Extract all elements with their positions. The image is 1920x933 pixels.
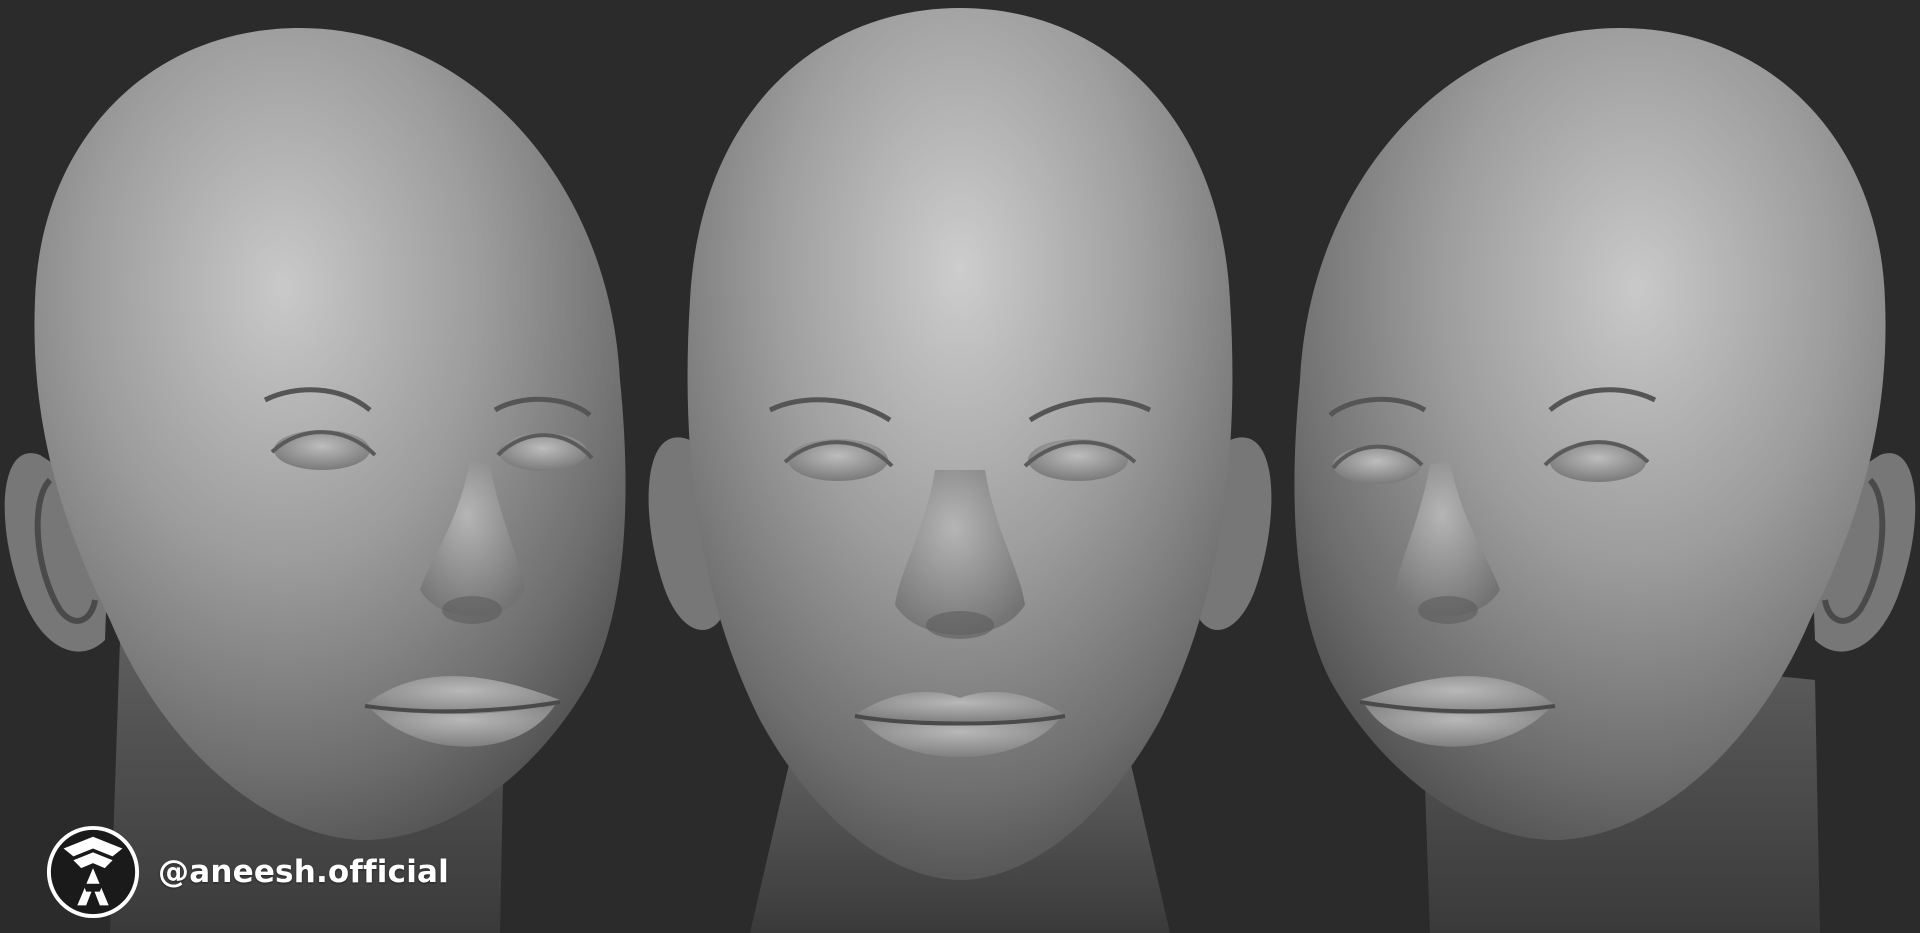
- head-three-quarter-right: [1294, 28, 1916, 933]
- head-three-quarter-left: [4, 28, 626, 933]
- watermark: @aneesh.official: [44, 822, 449, 922]
- head-front: [648, 8, 1272, 933]
- sculpt-render: [4, 8, 1916, 933]
- render-stage: @aneesh.official: [0, 0, 1920, 933]
- watermark-handle: @aneesh.official: [158, 854, 449, 890]
- stylized-a-monogram-emblem-icon: [44, 823, 142, 921]
